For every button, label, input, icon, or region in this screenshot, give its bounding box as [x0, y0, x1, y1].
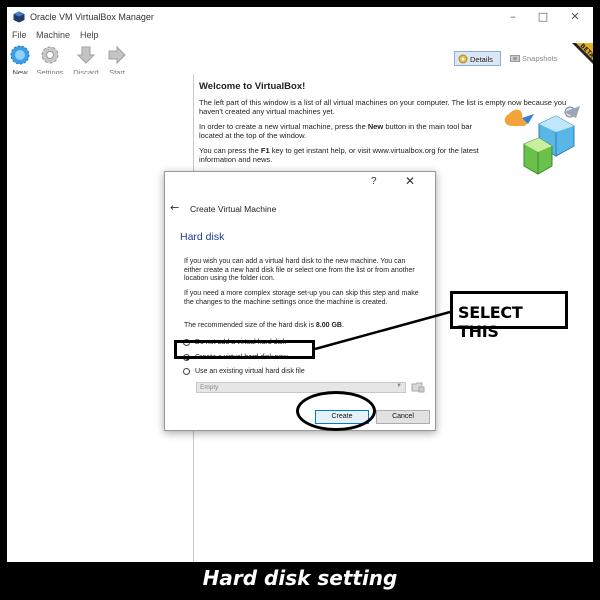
annotation-callout-text: SELECT THIS — [458, 303, 523, 341]
annotation-callout: SELECT THIS — [450, 291, 568, 341]
image-caption: Hard disk setting — [202, 566, 398, 590]
